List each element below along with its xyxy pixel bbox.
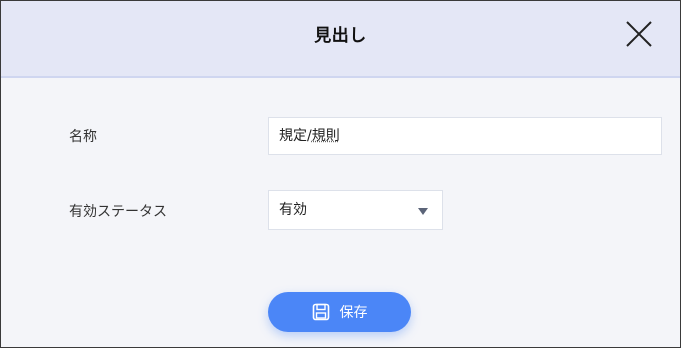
- name-input[interactable]: 規定/規則: [268, 117, 662, 155]
- name-value-suffix: 規則: [311, 128, 340, 144]
- chevron-down-icon: [418, 208, 428, 215]
- dialog-title: 見出し: [314, 26, 367, 46]
- close-button[interactable]: [623, 18, 655, 50]
- status-select-value: 有効: [279, 202, 307, 218]
- name-label: 名称: [69, 129, 97, 145]
- close-icon: [626, 21, 652, 47]
- save-button-label: 保存: [339, 305, 368, 321]
- name-value-prefix: 規定/: [279, 128, 312, 144]
- dialog-header: 見出し: [1, 1, 680, 78]
- save-button[interactable]: 保存: [268, 292, 411, 332]
- status-label: 有効ステータス: [69, 204, 167, 220]
- status-select[interactable]: 有効: [268, 190, 443, 230]
- save-icon: [312, 303, 329, 321]
- dialog: 見出し 名称 規定/規則 有効ステータス 有効 保存: [0, 0, 681, 348]
